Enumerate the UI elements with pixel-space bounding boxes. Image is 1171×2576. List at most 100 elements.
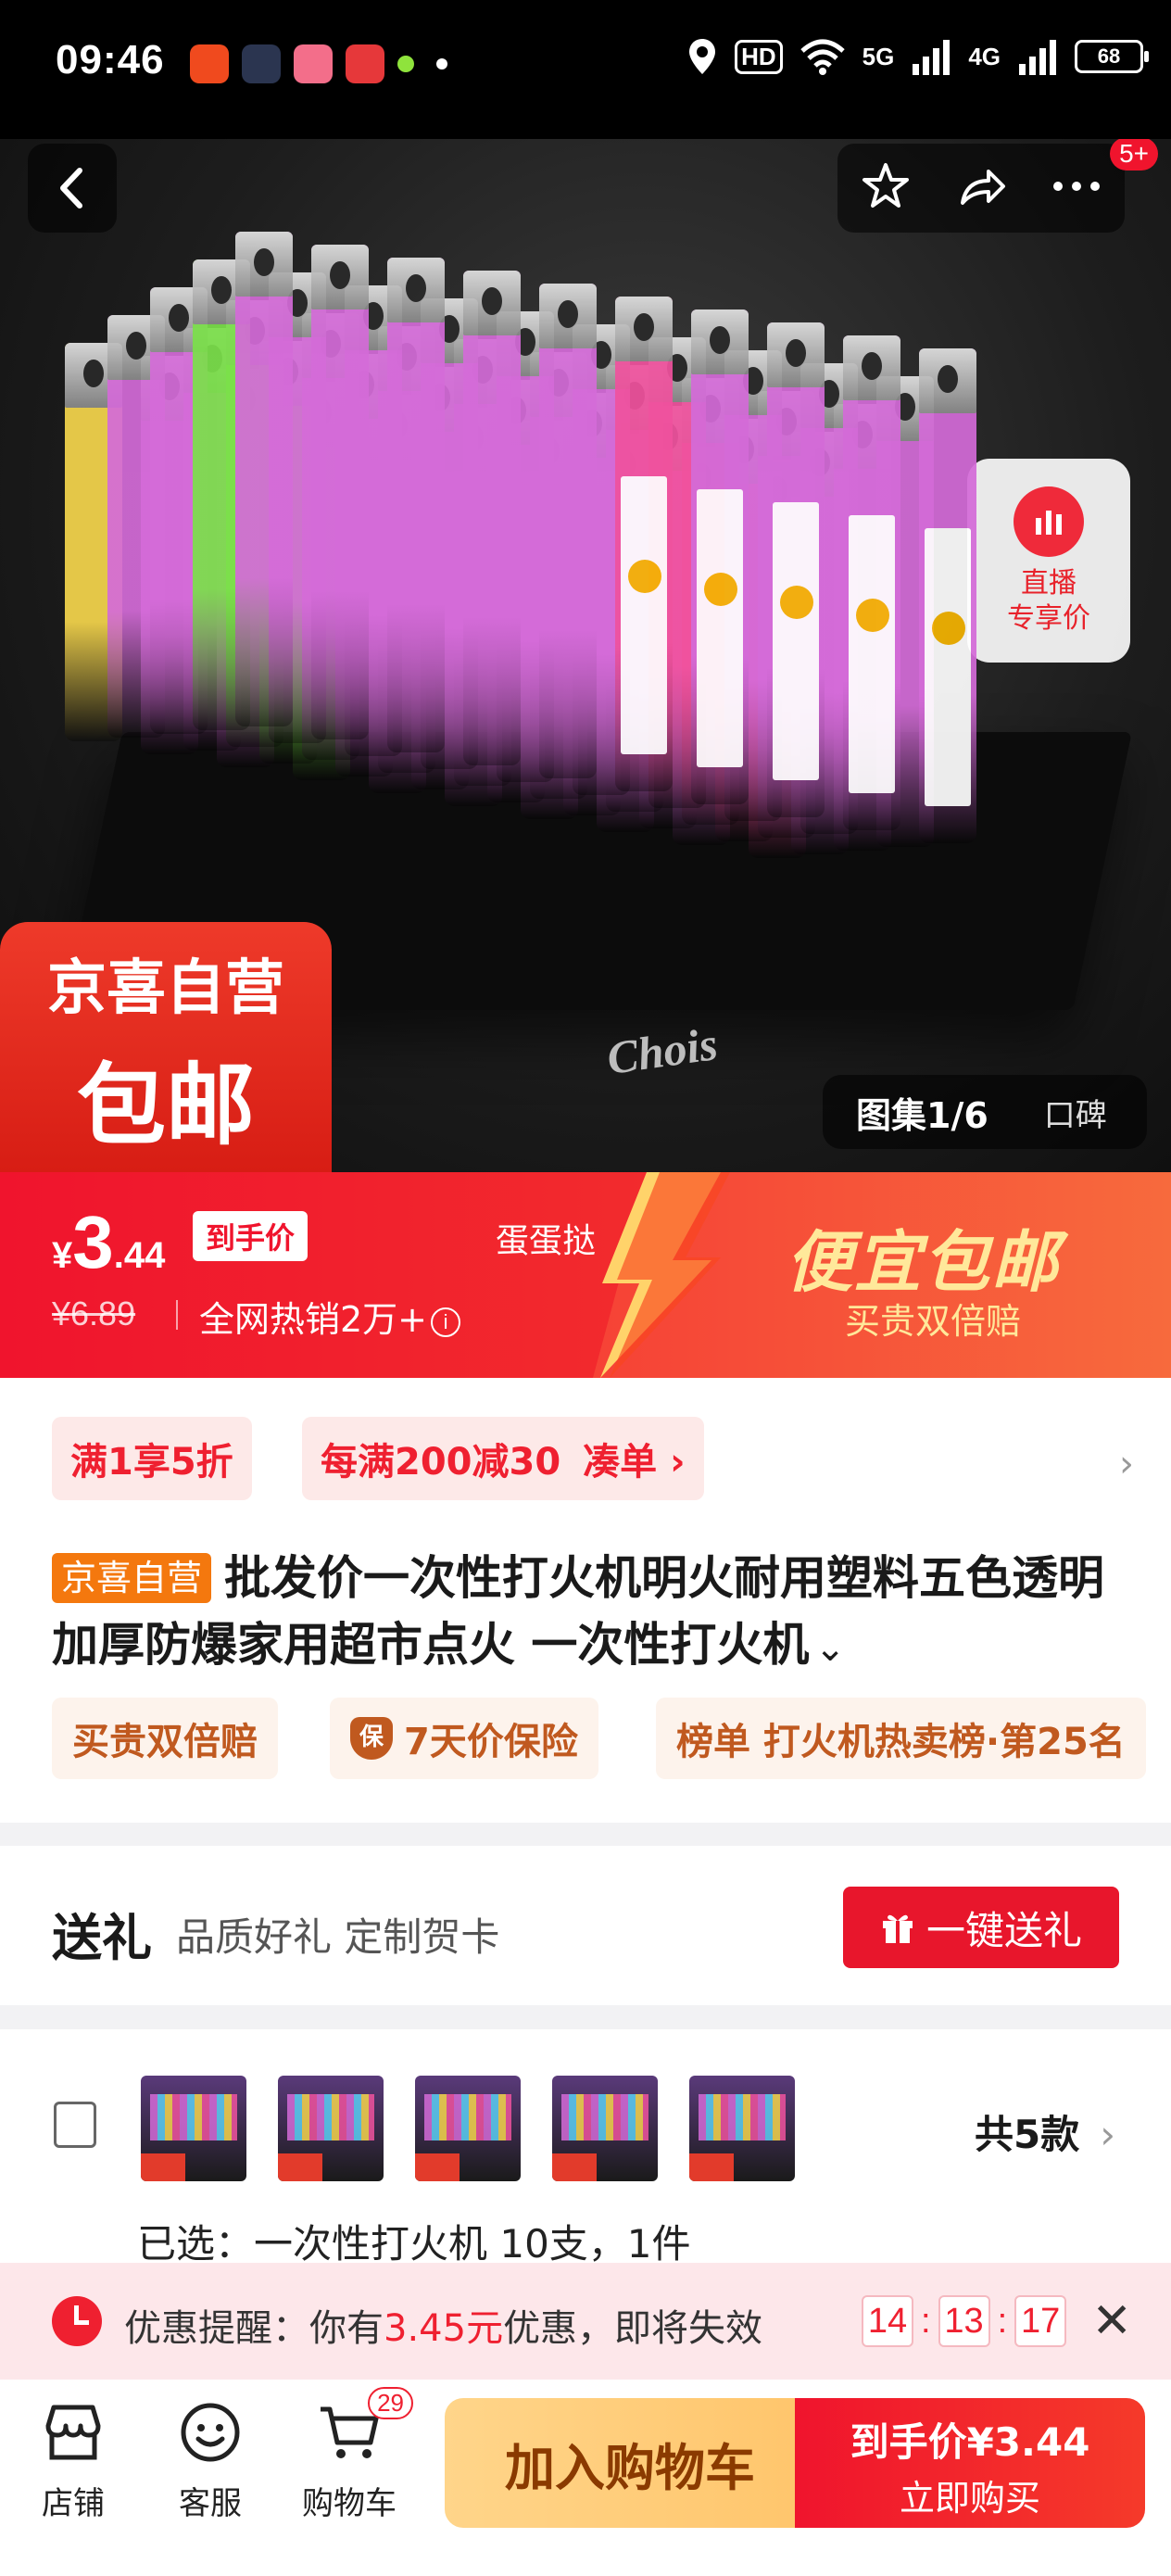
timer-separator: :	[921, 2301, 931, 2341]
cart-count-badge: 29	[368, 2387, 413, 2419]
price-banner: ¥3.44 到手价 蛋蛋挞 ¥6.89 全网热销2万+ i 便宜包邮 买贵双倍赔	[0, 1172, 1171, 1378]
lighter-item	[539, 284, 597, 778]
star-icon	[862, 163, 909, 208]
app-notification-icon	[294, 44, 333, 83]
buy-price-label: 到手价¥3.44	[850, 2419, 1090, 2465]
shield-icon: 保	[350, 1717, 393, 1760]
countdown-timer: 14 : 13 : 17	[862, 2295, 1067, 2347]
feature-double-refund[interactable]: 买贵双倍赔	[52, 1698, 278, 1779]
timer-separator: :	[997, 2301, 1008, 2341]
feature-price-protection-label: 7天价保险	[404, 1721, 578, 1763]
feature-ranking[interactable]: 榜单 打火机热卖榜·第25名	[656, 1698, 1146, 1779]
live-price-label: 专享价	[1007, 602, 1090, 635]
jx-tag: 京喜自营	[52, 1553, 212, 1603]
lighter-item	[235, 232, 293, 726]
brand-logo-text: Chois	[603, 1017, 721, 1085]
add-to-cart-button[interactable]: 加入购物车	[445, 2398, 815, 2528]
reminder-amount: 3.45元	[384, 2307, 504, 2350]
product-detail-page: 09:46 HD 5G 4G 68 Chois 5+ 直播 专享价 京喜自营 包…	[0, 0, 1171, 2576]
promo-subtitle: 买贵双倍赔	[845, 1301, 1022, 1342]
add-on-link[interactable]: 凑单 ›	[583, 1432, 685, 1485]
signal-icon	[913, 40, 951, 75]
top-action-group	[837, 144, 1125, 233]
jx-self-operated-badge: 京喜自营 包邮	[0, 922, 332, 1172]
status-app-icons	[190, 44, 447, 83]
network-5g-label: 5G	[862, 42, 895, 70]
more-dots-icon	[1053, 182, 1101, 191]
divider	[176, 1300, 178, 1330]
variant-thumbnail[interactable]	[278, 2076, 384, 2181]
cart-icon: 29	[317, 2387, 413, 2465]
expand-title-icon[interactable]: ⌄	[814, 1627, 846, 1670]
lighter-item	[311, 245, 369, 739]
status-indicators: HD 5G 4G 68	[686, 37, 1149, 76]
wifi-icon	[800, 39, 845, 75]
final-price-tag: 到手价	[193, 1211, 308, 1261]
discount-reminder-bar: 优惠提醒：你有3.45元优惠，即将失效 14 : 13 : 17 ✕	[0, 2263, 1171, 2380]
battery-indicator: 68	[1075, 40, 1149, 73]
share-button[interactable]	[955, 160, 1007, 216]
buy-now-label: 立即购买	[899, 2478, 1040, 2519]
variant-thumbnail[interactable]	[141, 2076, 246, 2181]
smile-icon	[178, 2400, 243, 2465]
countdown-minutes: 13	[938, 2295, 990, 2347]
sales-info[interactable]: 全网热销2万+ i	[199, 1291, 461, 1342]
store-icon	[41, 2400, 106, 2465]
buy-now-button[interactable]: 到手价¥3.44 立即购买	[795, 2398, 1145, 2528]
lighter-item	[691, 309, 749, 804]
price-decimal: .44	[113, 1235, 166, 1276]
gift-subtitle: 品质好礼 定制贺卡	[176, 1914, 500, 1960]
status-bar: 09:46 HD 5G 4G 68	[0, 0, 1171, 139]
lighter-item	[843, 335, 900, 830]
countdown-hours: 14	[862, 2295, 913, 2347]
send-gift-label: 一键送礼	[925, 1907, 1082, 1953]
gallery-index: 图集1/6	[856, 1094, 988, 1136]
lighter-image	[65, 195, 1102, 954]
coupon-chip-discount[interactable]: 满1享5折	[52, 1417, 252, 1500]
gallery-reviews-tab[interactable]: 口碑	[1044, 1090, 1107, 1135]
app-notification-icon	[190, 44, 229, 83]
favorite-button[interactable]	[860, 160, 912, 216]
coupon-chip-threshold[interactable]: 每满200减30 凑单 ›	[302, 1417, 704, 1500]
lighter-item	[767, 322, 825, 817]
price-integer: 3	[72, 1201, 114, 1283]
more-notifications-dot	[436, 58, 447, 69]
cart-button[interactable]: 29 购物车	[289, 2387, 413, 2523]
variant-thumbnail[interactable]	[415, 2076, 521, 2181]
bottom-action-bar: 店铺 客服 29 购物车 加入购物车 到手价¥3.44 立即购买	[0, 2380, 1171, 2576]
clock-icon	[52, 2296, 102, 2346]
status-time: 09:46	[56, 37, 165, 82]
close-icon[interactable]: ✕	[1091, 2297, 1132, 2345]
live-price-button[interactable]: 直播 专享价	[967, 459, 1130, 663]
mail-icon	[242, 44, 281, 83]
gallery-counter[interactable]: 图集1/6 口碑	[823, 1075, 1147, 1149]
chevron-right-icon[interactable]: ›	[1119, 1443, 1134, 1485]
variant-thumbnails	[141, 2076, 795, 2181]
lighter-item	[387, 258, 445, 752]
store-button[interactable]: 店铺	[13, 2400, 133, 2523]
location-icon	[689, 39, 716, 74]
share-icon	[960, 170, 1005, 205]
jx-badge-free-shipping: 包邮	[77, 1054, 255, 1157]
lighter-item	[615, 297, 673, 791]
message-count-badge: 5+	[1110, 137, 1158, 170]
live-icon	[1014, 486, 1084, 557]
product-info-card: 满1享5折 每满200减30 凑单 › › 京喜自营 批发价一次性打火机明火耐用塑…	[0, 1378, 1171, 1823]
send-gift-button[interactable]: 一键送礼	[843, 1887, 1119, 1968]
live-label: 直播	[1021, 567, 1077, 600]
spec-icon	[54, 2102, 96, 2148]
variant-thumbnail[interactable]	[552, 2076, 658, 2181]
variant-thumbnail[interactable]	[689, 2076, 795, 2181]
variant-count[interactable]: 共5款 ›	[975, 2103, 1115, 2160]
gift-icon	[882, 1914, 913, 1943]
final-price: ¥3.44	[52, 1200, 165, 1285]
green-dot-icon	[397, 56, 414, 72]
lightning-icon	[600, 1172, 730, 1378]
gift-card: 送礼 品质好礼 定制贺卡 一键送礼	[0, 1846, 1171, 2005]
back-button[interactable]	[28, 144, 117, 233]
variant-count-label: 共5款	[974, 2112, 1080, 2157]
store-label: 店铺	[42, 2485, 105, 2522]
customer-service-button[interactable]: 客服	[150, 2400, 271, 2523]
feature-price-protection[interactable]: 保 7天价保险	[330, 1698, 598, 1779]
more-button[interactable]	[1051, 177, 1102, 199]
